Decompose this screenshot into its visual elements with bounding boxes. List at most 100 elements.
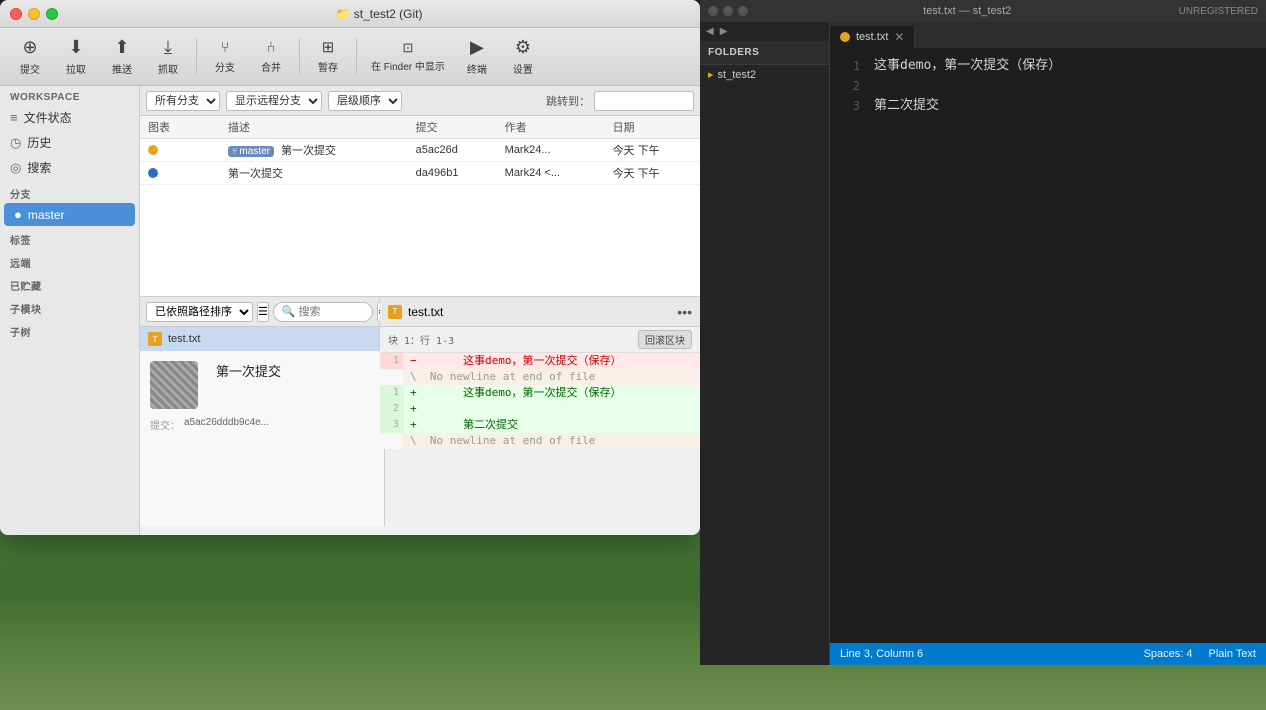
file-list-toolbar: 已依照路径排序 ☰ ⚙▾ — [140, 297, 379, 327]
diff-line-content: + 这事demo，第一次提交（保存） — [404, 385, 700, 401]
commit-row-1[interactable]: 第一次提交 da496b1 Mark24 <... 今天 下午 — [140, 162, 700, 185]
commit-button[interactable]: ⊕ 提交 — [8, 33, 52, 80]
stash-button[interactable]: ⊞ 暂存 — [306, 35, 350, 78]
sidebar-item-history[interactable]: ◷ 历史 — [0, 130, 139, 155]
graph-area[interactable]: 图表 描述 提交 作者 日期 — [140, 116, 700, 296]
col-description: 描述 — [220, 116, 408, 139]
diff-file-icon: T — [388, 305, 402, 319]
sort-select[interactable]: 层级顺序 — [328, 91, 402, 111]
fetch-icon: ⤓ — [164, 37, 172, 59]
merge-icon: ⑃ — [266, 39, 275, 57]
terminal-button[interactable]: ▶ 终端 — [455, 33, 499, 80]
editor-traffic-lights — [708, 6, 748, 16]
traffic-lights — [10, 8, 58, 20]
description-cell-0: ⑂ master 第一次提交 — [220, 139, 408, 162]
commit-hash-value: a5ac26dddb9c4e... — [184, 417, 269, 432]
diff-line-num: 2 — [380, 401, 404, 417]
diff-line-added-2: 2 + — [380, 401, 700, 417]
close-tab-button[interactable]: ✕ — [894, 30, 904, 44]
revert-button[interactable]: 回滚区块 — [638, 330, 692, 349]
status-spaces: Spaces: 4 — [1144, 648, 1193, 660]
stash-label: 暂存 — [318, 59, 338, 74]
minimize-button[interactable] — [28, 8, 40, 20]
line-content-1: 这事demo，第一次提交（保存） — [870, 56, 1266, 76]
pull-button[interactable]: ⬇ 拉取 — [54, 33, 98, 80]
fetch-button[interactable]: ⤓ 抓取 — [146, 33, 190, 80]
folder-expand-icon: ▸ — [708, 68, 714, 81]
branch-button[interactable]: ⑂ 分支 — [203, 35, 247, 78]
stash-icon: ⊞ — [322, 39, 335, 57]
commit-message: 第一次提交 — [216, 361, 281, 380]
code-area[interactable]: 1 这事demo，第一次提交（保存） 2 3 第二次提交 — [830, 48, 1266, 643]
commit-row-0[interactable]: ⑂ master 第一次提交 a5ac26d Mark24... 今天 下午 — [140, 139, 700, 162]
diff-line-num: 3 — [380, 417, 404, 433]
master-branch-icon: ● — [14, 207, 22, 222]
editor-status-bar: Line 3, Column 6 Spaces: 4 Plain Text — [830, 643, 1266, 665]
tags-header: 标签 — [0, 226, 139, 249]
diff-line-content: \ No newline at end of file — [404, 433, 700, 449]
diff-more-button[interactable]: ••• — [677, 304, 692, 320]
folder-panel: ◀ ▶ FOLDERS ▸ st_test2 — [700, 22, 830, 665]
sidebar-item-label: 文件状态 — [24, 109, 72, 126]
merge-label: 合并 — [261, 59, 281, 74]
file-type-icon: T — [148, 332, 162, 346]
toolbar-separator-3 — [356, 39, 357, 75]
settings-icon: ⚙ — [515, 37, 531, 59]
commit-label: 提交 — [20, 61, 40, 76]
show-remote-select[interactable]: 显示远程分支 — [226, 91, 322, 111]
sidebar-item-search[interactable]: ◎ 搜索 — [0, 155, 139, 180]
file-item-test-txt[interactable]: T test.txt — [140, 327, 379, 351]
folder-nav-forward[interactable]: ▶ — [718, 24, 730, 39]
commit-author-0: Mark24... — [497, 139, 605, 162]
folder-name: st_test2 — [718, 69, 757, 81]
code-line-2: 2 — [830, 76, 1266, 96]
commit-hash-row: 提交： a5ac26dddb9c4e... — [150, 417, 374, 432]
sidebar-item-file-status[interactable]: ≡ 文件状态 — [0, 105, 139, 130]
commit-date-1: 今天 下午 — [605, 162, 700, 185]
folder-item-st-test2[interactable]: ▸ st_test2 — [700, 65, 829, 84]
jump-to: 跳转到： — [546, 91, 694, 111]
commit-detail-header: 第一次提交 — [150, 361, 374, 409]
submodule-header: 子模块 — [0, 295, 139, 318]
sidebar-item-label: 历史 — [27, 134, 51, 151]
col-author: 作者 — [497, 116, 605, 139]
pull-label: 拉取 — [66, 61, 86, 76]
remote-header: 远端 — [0, 249, 139, 272]
settings-button[interactable]: ⚙ 设置 — [501, 33, 545, 80]
close-button[interactable] — [10, 8, 22, 20]
sidebar-item-master[interactable]: ● master — [4, 203, 135, 226]
push-icon: ⬆ — [114, 37, 129, 59]
diff-line-content: + — [404, 401, 700, 417]
editor-tab-test-txt[interactable]: test.txt ✕ — [830, 26, 915, 48]
main-area: WORKSPACE ≡ 文件状态 ◷ 历史 ◎ 搜索 分支 ● master 标… — [0, 86, 700, 535]
maximize-button[interactable] — [46, 8, 58, 20]
editor-minimize[interactable] — [723, 6, 733, 16]
sidebar-item-label: master — [28, 208, 65, 222]
diff-line-removed-1: 1 − 这事demo，第一次提交（保存） — [380, 353, 700, 369]
editor-close[interactable] — [708, 6, 718, 16]
sort-by-path-select[interactable]: 已依照路径排序 — [146, 302, 253, 322]
finder-button[interactable]: ⊡ 在 Finder 中显示 — [363, 36, 453, 77]
editor-maximize[interactable] — [738, 6, 748, 16]
list-view-button[interactable]: ☰ — [257, 302, 269, 322]
jump-to-label: 跳转到： — [546, 93, 590, 109]
merge-button[interactable]: ⑃ 合并 — [249, 35, 293, 78]
push-label: 推送 — [112, 61, 132, 76]
col-graph: 图表 — [140, 116, 220, 139]
diff-line-content: \ No newline at end of file — [404, 369, 700, 385]
folder-nav-back[interactable]: ◀ — [704, 24, 716, 39]
jump-to-input[interactable] — [594, 91, 694, 111]
diff-header: T test.txt ••• — [380, 297, 700, 327]
title-bar: 📁 st_test2 (Git) — [0, 0, 700, 28]
line-number-2: 2 — [830, 76, 870, 96]
fetch-label: 抓取 — [158, 61, 178, 76]
workspace-header: WORKSPACE — [0, 86, 139, 105]
file-search-input[interactable] — [273, 302, 373, 322]
push-button[interactable]: ⬆ 推送 — [100, 33, 144, 80]
all-branches-select[interactable]: 所有分支 — [146, 91, 220, 111]
file-list-panel: 已依照路径排序 ☰ ⚙▾ T test.txt — [140, 297, 380, 526]
diff-panel: T test.txt ••• 块 1：行 1-3 回滚区块 1 − 这事demo… — [380, 297, 700, 526]
diff-line-nochange-2: \ No newline at end of file — [380, 433, 700, 449]
diff-filename: test.txt — [408, 305, 671, 319]
toolbar-separator-1 — [196, 39, 197, 75]
